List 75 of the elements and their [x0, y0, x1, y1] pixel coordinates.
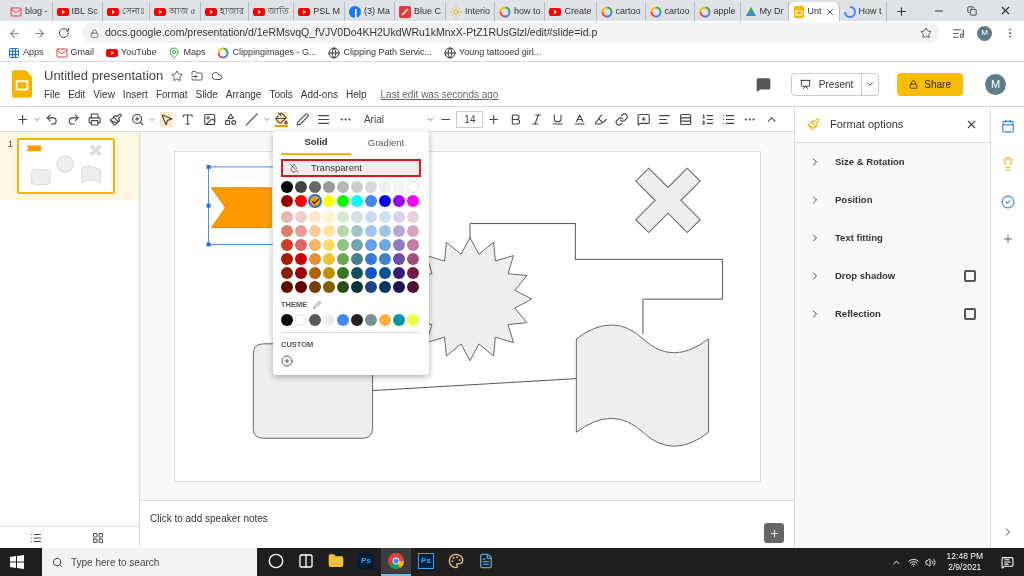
font-dropdown[interactable]: Arial	[363, 111, 435, 127]
app-icon-label: Ps	[418, 553, 434, 569]
menu-item[interactable]: View	[93, 87, 115, 103]
menu-item[interactable]: Slide	[195, 87, 218, 103]
tab-title: (3) Ma	[363, 4, 390, 18]
bookmark-label: Apps	[23, 46, 44, 60]
url-text: docs.google.com/presentation/d/1eRMsvqQ_fVJV0Do4KH2UkdWRu1kMnxX-PtZ1RUsGlzl/edit#slide=id.p	[105, 25, 598, 41]
menu-item[interactable]: Add-ons	[300, 87, 338, 103]
slide-thumbnail-row[interactable]: 1	[0, 132, 139, 200]
bookmark-link[interactable]: Gmail	[55, 46, 95, 60]
taskbar-app-button[interactable]: Ps	[351, 548, 381, 576]
tab-title: Create	[564, 4, 592, 18]
share-button[interactable]: Share	[897, 72, 963, 96]
tab-title: How t	[858, 4, 882, 18]
tab-title: IBL Sc	[71, 4, 98, 18]
tab-title: সেনাঃ	[121, 4, 145, 18]
taskbar-search-field[interactable]: Type here to search	[42, 548, 257, 576]
section-label: Size & Rotation	[835, 154, 905, 169]
menu-item[interactable]: Insert	[122, 87, 148, 103]
tab-title: cartoo	[664, 4, 690, 18]
bookmark-link[interactable]: Maps	[168, 46, 206, 60]
profile-avatar[interactable]: M	[977, 25, 992, 41]
section-label: Drop shadow	[835, 268, 896, 283]
browser-tab[interactable]: Unt	[788, 2, 840, 21]
menu-item[interactable]: Format	[155, 87, 188, 103]
format-section[interactable]: Size & Rotation	[795, 143, 990, 181]
search-placeholder: Type here to search	[71, 555, 160, 570]
tab-title: cartoo	[615, 4, 641, 18]
speaker-notes-placeholder[interactable]: Click to add speaker notes	[150, 511, 268, 526]
menu-item[interactable]: File	[44, 87, 61, 103]
bookmark-link[interactable]: YouTube	[106, 46, 157, 60]
format-section[interactable]: Position	[795, 181, 990, 219]
picker-tab[interactable]: Gradient	[351, 131, 421, 155]
address-bar[interactable]: docs.google.com/presentation/d/1eRMsvqQ_fVJV0Do4KH2UkdWRu1kMnxX-PtZ1RUsGlzl/edit#slide=id.p	[82, 23, 940, 43]
account-avatar[interactable]: M	[985, 73, 1006, 95]
tab-title: apple	[713, 4, 736, 18]
bookmark-link[interactable]: Young tattooed girl...	[444, 46, 542, 60]
menu-item[interactable]: Edit	[68, 87, 86, 103]
bookmark-label: Gmail	[70, 46, 95, 60]
tab-title: how to	[513, 4, 541, 18]
format-section[interactable]: Reflection	[795, 295, 990, 333]
tab-title: Blue C	[413, 4, 441, 18]
tab-title: Interio	[464, 4, 490, 18]
tab-title: My Dr	[759, 4, 784, 18]
tab-title: blog -	[25, 4, 48, 18]
picker-tab[interactable]: Solid	[281, 131, 351, 155]
bookmark-label: YouTube	[121, 46, 157, 60]
slide-number: 1	[8, 138, 13, 151]
menu-item[interactable]: Help	[346, 87, 367, 103]
menu-item[interactable]: Tools	[269, 87, 293, 103]
menu-item[interactable]: Arrange	[225, 87, 262, 103]
section-label: Text fitting	[835, 230, 883, 245]
present-button[interactable]: Present	[791, 73, 862, 95]
bookmark-link[interactable]: Apps	[8, 46, 44, 60]
tab-title: জাতি	[268, 4, 290, 18]
panel-title: Format options	[830, 117, 904, 133]
bookmark-label: Young tattooed girl...	[459, 46, 542, 60]
clock[interactable]: 12:48 PM 2/9/2021	[946, 551, 983, 573]
format-section[interactable]: Text fitting	[795, 219, 990, 257]
clock-date: 2/9/2021	[948, 562, 982, 573]
section-label: Reflection	[835, 306, 881, 321]
clock-time: 12:48 PM	[946, 551, 983, 562]
tab-title: PSL M	[313, 4, 340, 18]
taskbar-app-button[interactable]: Ps	[411, 548, 441, 576]
font-size-field[interactable]: 14	[456, 110, 484, 128]
section-label: Position	[835, 192, 873, 207]
format-section[interactable]: Drop shadow	[795, 257, 990, 295]
app-icon-label: Ps	[358, 553, 374, 569]
document-title[interactable]: Untitled presentation	[44, 65, 164, 86]
tab-title: আজ ৫	[168, 4, 197, 18]
last-edit-link[interactable]: Last edit was seconds ago	[380, 87, 499, 103]
tab-title: Unt	[807, 4, 822, 18]
tab-title: হাজার	[220, 4, 245, 18]
bookmark-label: Maps	[183, 46, 206, 60]
transparent-option[interactable]: Transparent	[281, 159, 421, 177]
